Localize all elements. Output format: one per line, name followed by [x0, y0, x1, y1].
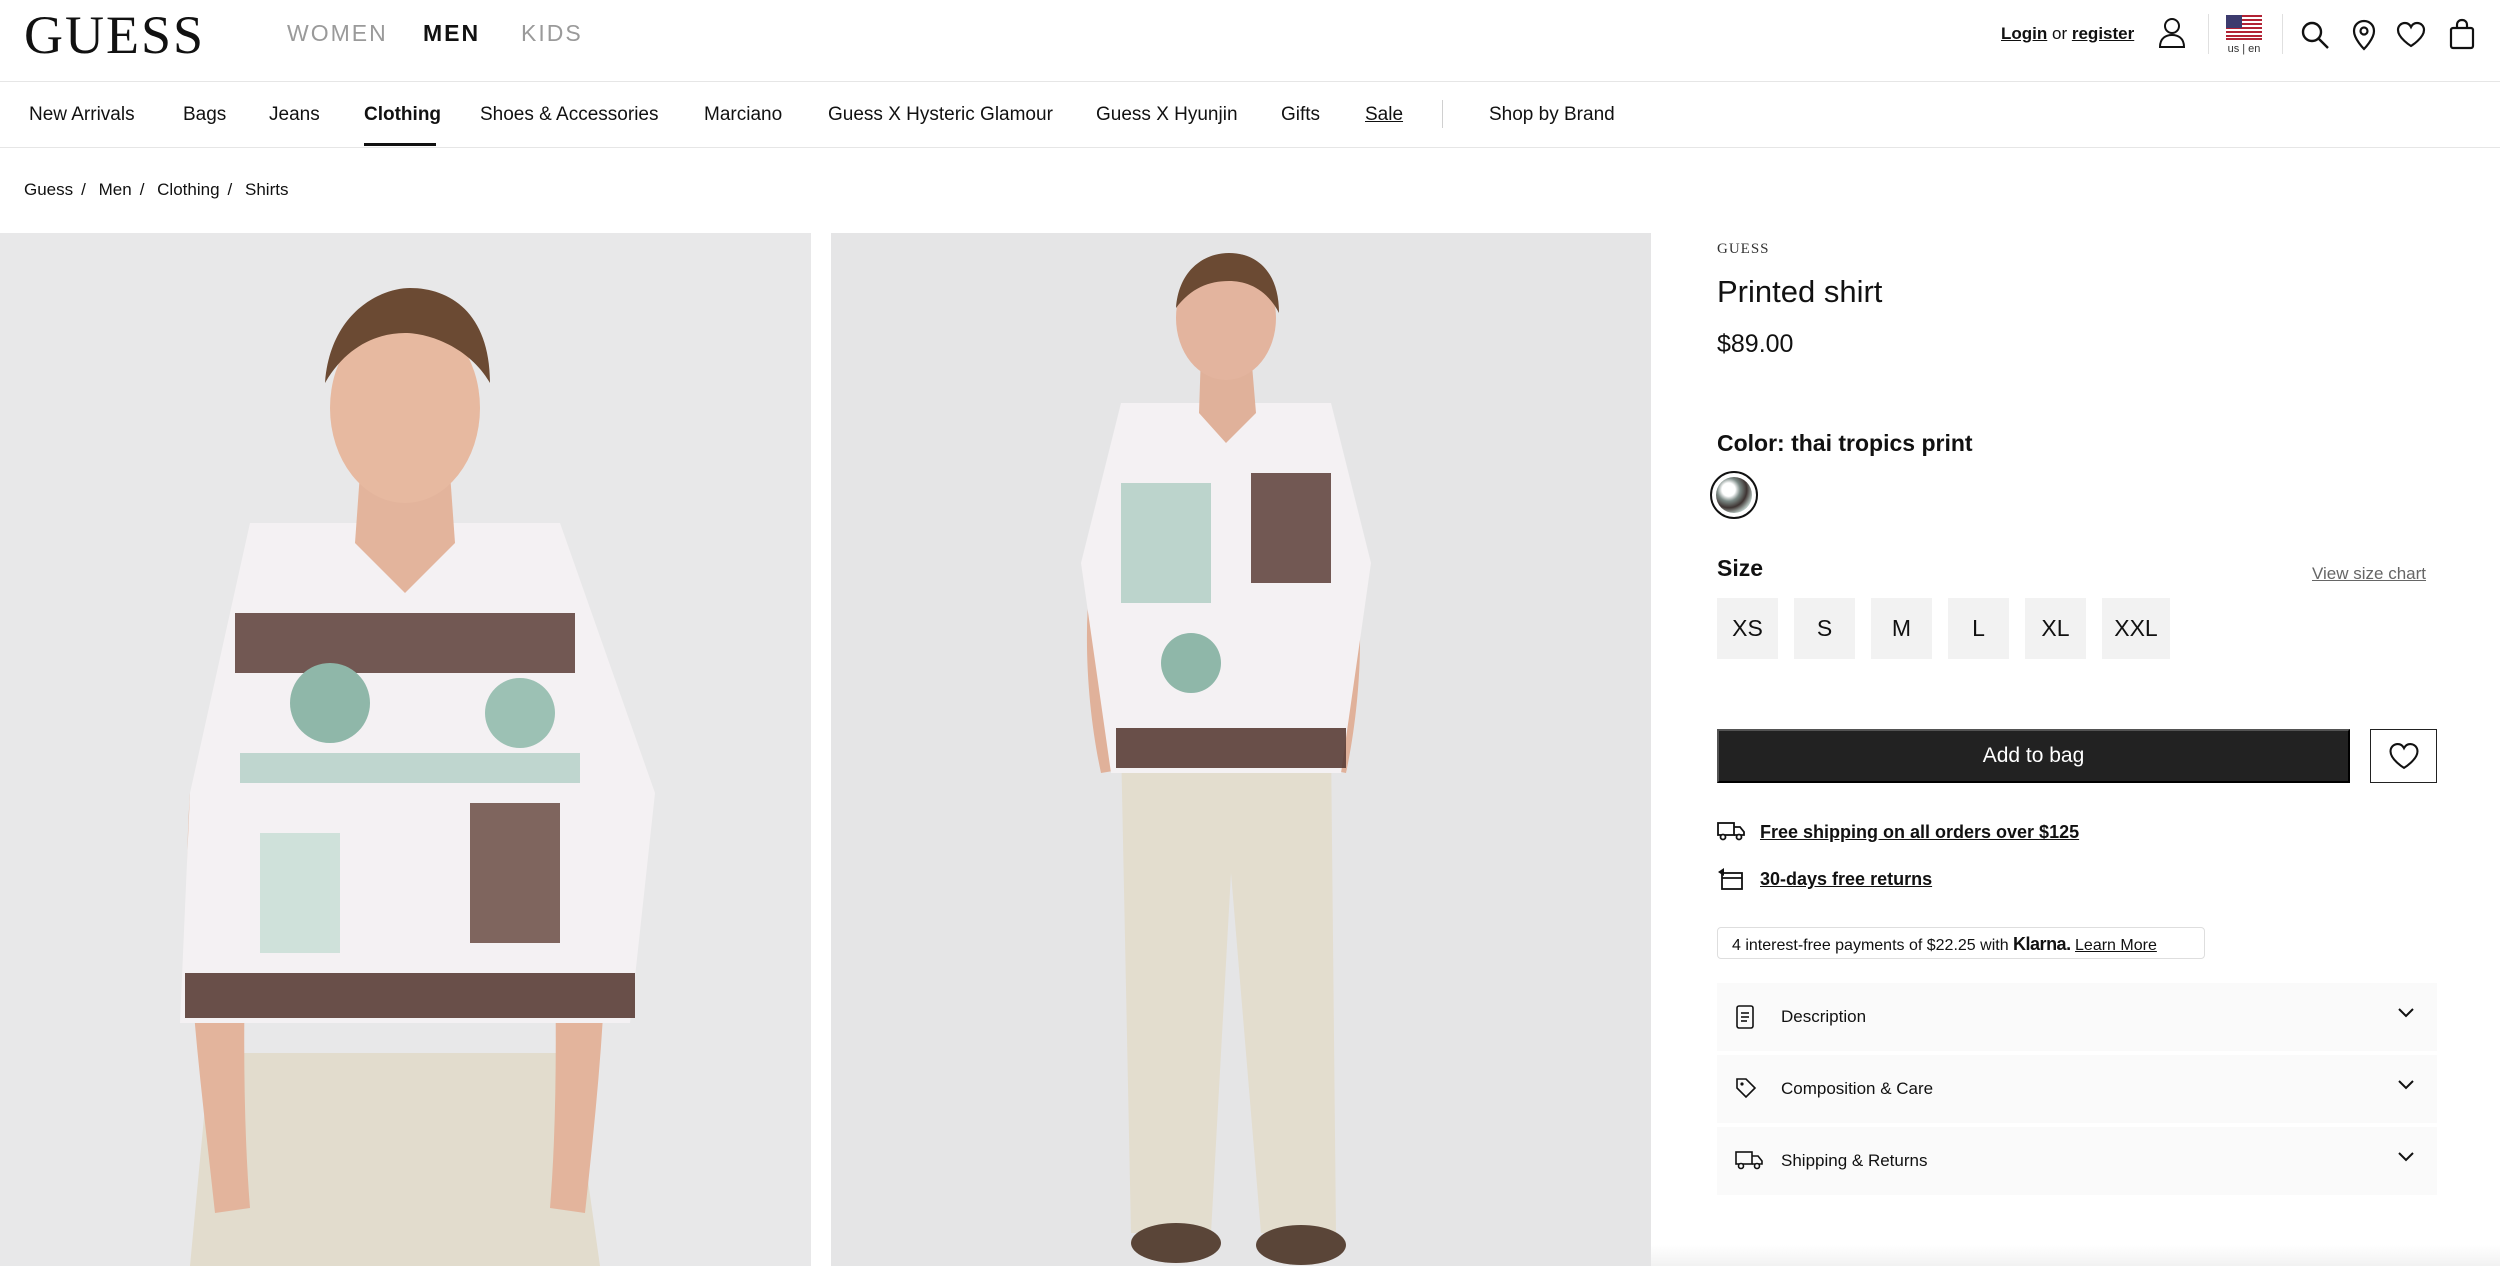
- category-nav: New Arrivals Bags Jeans Clothing Shoes &…: [0, 82, 2500, 148]
- product-photo-front[interactable]: [0, 233, 811, 1266]
- free-returns-link[interactable]: 30-days free returns: [1760, 869, 1932, 890]
- search-icon[interactable]: [2300, 20, 2330, 50]
- truck-icon: [1717, 822, 1745, 841]
- size-xxl-button[interactable]: XXL: [2102, 598, 2170, 659]
- user-icon[interactable]: [2158, 17, 2186, 49]
- product-photo-full[interactable]: [831, 233, 1651, 1266]
- nav-hyunjin[interactable]: Guess X Hyunjin: [1096, 104, 1238, 126]
- locale-label[interactable]: us | en: [2226, 43, 2262, 55]
- color-swatch-thai-tropics[interactable]: [1710, 471, 1758, 519]
- tag-icon: [1736, 1078, 1757, 1099]
- size-chart-link[interactable]: View size chart: [2312, 564, 2426, 584]
- add-to-wishlist-button[interactable]: [2370, 729, 2437, 783]
- login-link[interactable]: Login: [2001, 24, 2047, 43]
- breadcrumb-guess[interactable]: Guess: [24, 180, 73, 199]
- free-shipping-perk[interactable]: Free shipping on all orders over $125: [1717, 820, 2079, 847]
- heart-icon: [2388, 743, 2419, 770]
- klarna-learn-more-link[interactable]: Learn More: [2075, 937, 2157, 954]
- dept-men[interactable]: MEN: [423, 20, 480, 47]
- header-divider: [2208, 14, 2209, 54]
- nav-shoes-accessories[interactable]: Shoes & Accessories: [480, 104, 658, 126]
- wishlist-icon[interactable]: [2396, 21, 2426, 48]
- free-returns-perk[interactable]: 30-days free returns: [1717, 867, 1932, 896]
- store-locator-icon[interactable]: [2352, 19, 2376, 51]
- swatch-pattern: [1716, 477, 1752, 513]
- nav-marciano[interactable]: Marciano: [704, 104, 782, 126]
- color-label: Color: thai tropics print: [1717, 430, 1973, 456]
- nav-new-arrivals[interactable]: New Arrivals: [29, 104, 135, 126]
- nav-shop-by-brand[interactable]: Shop by Brand: [1489, 104, 1615, 126]
- guess-logo[interactable]: GUESS: [24, 8, 205, 62]
- return-box-icon: [1718, 868, 1743, 890]
- add-to-bag-button[interactable]: Add to bag: [1717, 729, 2350, 783]
- bottom-fade-overlay: [1651, 1245, 2500, 1266]
- nav-divider: [1442, 100, 1443, 128]
- auth-or: or: [2052, 24, 2068, 43]
- size-s-button[interactable]: S: [1794, 598, 1855, 659]
- size-m-button[interactable]: M: [1871, 598, 1932, 659]
- size-label: Size: [1717, 555, 1764, 581]
- product-price: $89.00: [1717, 330, 1794, 358]
- bag-icon[interactable]: [2448, 18, 2476, 50]
- document-icon: [1736, 1005, 1754, 1029]
- model-full-image: [831, 233, 1651, 1266]
- product-title: Printed shirt: [1717, 274, 1883, 309]
- accordion-label: Composition & Care: [1781, 1079, 1934, 1098]
- dept-women[interactable]: WOMEN: [287, 20, 388, 47]
- size-l-button[interactable]: L: [1948, 598, 2009, 659]
- active-tab-indicator: [364, 143, 436, 146]
- nav-clothing[interactable]: Clothing: [364, 104, 441, 126]
- auth-links: Login or register: [2001, 24, 2134, 44]
- product-brand: GUESS: [1717, 241, 1770, 257]
- nav-bags[interactable]: Bags: [183, 104, 226, 126]
- accordion-composition-care[interactable]: Composition & Care: [1717, 1055, 2437, 1123]
- breadcrumb: Guess / Men / Clothing / Shirts: [24, 180, 289, 199]
- dept-kids[interactable]: KIDS: [521, 20, 583, 47]
- free-shipping-link[interactable]: Free shipping on all orders over $125: [1760, 822, 2079, 843]
- nav-gifts[interactable]: Gifts: [1281, 104, 1320, 126]
- chevron-down-icon: [2398, 1008, 2414, 1018]
- register-link[interactable]: register: [2072, 24, 2134, 43]
- breadcrumb-men[interactable]: Men: [99, 180, 132, 199]
- truck-icon: [1735, 1151, 1763, 1170]
- model-front-image: [0, 233, 811, 1266]
- top-header: GUESS WOMEN MEN KIDS Login or register u…: [0, 0, 2500, 82]
- header-divider: [2282, 14, 2283, 54]
- size-xl-button[interactable]: XL: [2025, 598, 2086, 659]
- chevron-down-icon: [2398, 1152, 2414, 1162]
- accordion-label: Shipping & Returns: [1781, 1151, 1928, 1170]
- accordion-label: Description: [1781, 1007, 1867, 1026]
- klarna-text: 4 interest-free payments of $22.25 with: [1732, 937, 2009, 954]
- nav-sale[interactable]: Sale: [1365, 104, 1403, 126]
- chevron-down-icon: [2398, 1080, 2414, 1090]
- accordion-shipping-returns[interactable]: Shipping & Returns: [1717, 1127, 2437, 1195]
- nav-hysteric-glamour[interactable]: Guess X Hysteric Glamour: [828, 104, 1053, 126]
- size-xs-button[interactable]: XS: [1717, 598, 1778, 659]
- klarna-banner: 4 interest-free payments of $22.25 with …: [1717, 927, 2205, 959]
- breadcrumb-shirts[interactable]: Shirts: [245, 180, 288, 199]
- klarna-logo: Klarna.: [2013, 934, 2071, 954]
- accordion-description[interactable]: Description: [1717, 983, 2437, 1051]
- us-flag-icon[interactable]: [2226, 15, 2262, 40]
- nav-jeans[interactable]: Jeans: [269, 104, 320, 126]
- breadcrumb-clothing[interactable]: Clothing: [157, 180, 219, 199]
